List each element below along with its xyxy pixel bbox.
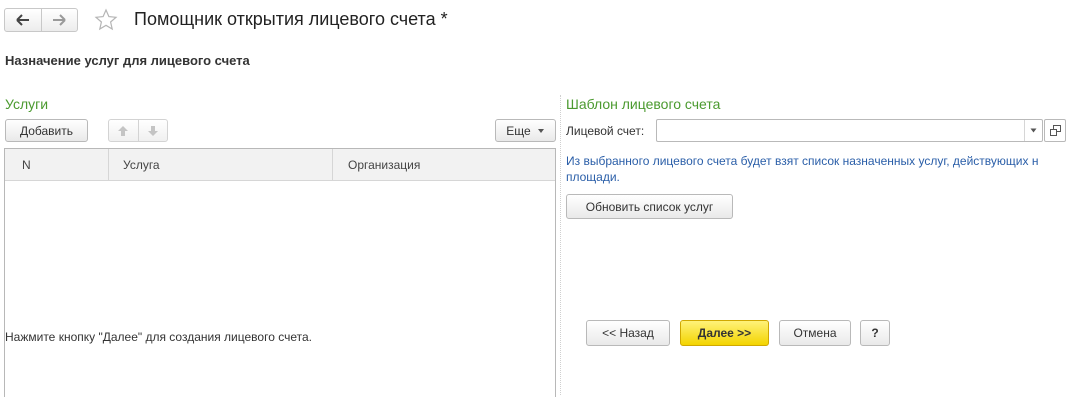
column-header-number[interactable]: N [22, 149, 31, 180]
add-service-button[interactable]: Добавить [5, 119, 88, 142]
refresh-services-button[interactable]: Обновить список услуг [566, 194, 733, 219]
chevron-down-icon [537, 128, 544, 133]
back-nav-button[interactable] [5, 9, 41, 31]
services-table-header: N Услуга Организация [5, 149, 555, 181]
favorite-star-icon[interactable] [94, 8, 118, 32]
arrow-right-icon [53, 14, 66, 26]
more-menu-label: Еще [506, 123, 531, 138]
column-divider [108, 149, 109, 180]
window-title: Помощник открытия лицевого счета * [134, 9, 448, 29]
account-field-label: Лицевой счет: [566, 124, 645, 138]
account-open-button[interactable] [1044, 119, 1066, 142]
footer-note: Нажмите кнопку "Далее" для создания лице… [5, 330, 312, 344]
chevron-down-icon [1030, 128, 1037, 133]
column-header-service[interactable]: Услуга [123, 149, 160, 180]
services-table[interactable]: N Услуга Организация [4, 148, 556, 397]
move-buttons [108, 119, 168, 142]
move-up-button[interactable] [109, 120, 138, 141]
section-title: Назначение услуг для лицевого счета [5, 53, 250, 68]
panel-splitter[interactable] [560, 95, 561, 395]
arrow-up-icon [118, 125, 129, 136]
arrow-left-icon [16, 14, 29, 26]
template-group-title: Шаблон лицевого счета [566, 96, 721, 112]
back-button[interactable]: << Назад [586, 320, 670, 346]
account-dropdown-button[interactable] [1024, 120, 1042, 141]
move-down-button[interactable] [137, 120, 168, 141]
arrow-down-icon [147, 125, 158, 136]
cancel-button[interactable]: Отмена [779, 320, 851, 346]
help-button[interactable]: ? [860, 320, 890, 346]
forward-nav-button[interactable] [40, 9, 78, 31]
next-button[interactable]: Далее >> [680, 320, 769, 346]
template-info-text: Из выбранного лицевого счета будет взят … [566, 154, 1039, 184]
navigation-buttons [4, 8, 78, 32]
column-header-organization[interactable]: Организация [348, 149, 420, 180]
column-divider [332, 149, 333, 180]
account-field[interactable] [656, 119, 1043, 142]
services-group-title: Услуги [5, 96, 49, 112]
open-window-icon [1049, 125, 1061, 136]
more-menu-button[interactable]: Еще [495, 119, 556, 142]
